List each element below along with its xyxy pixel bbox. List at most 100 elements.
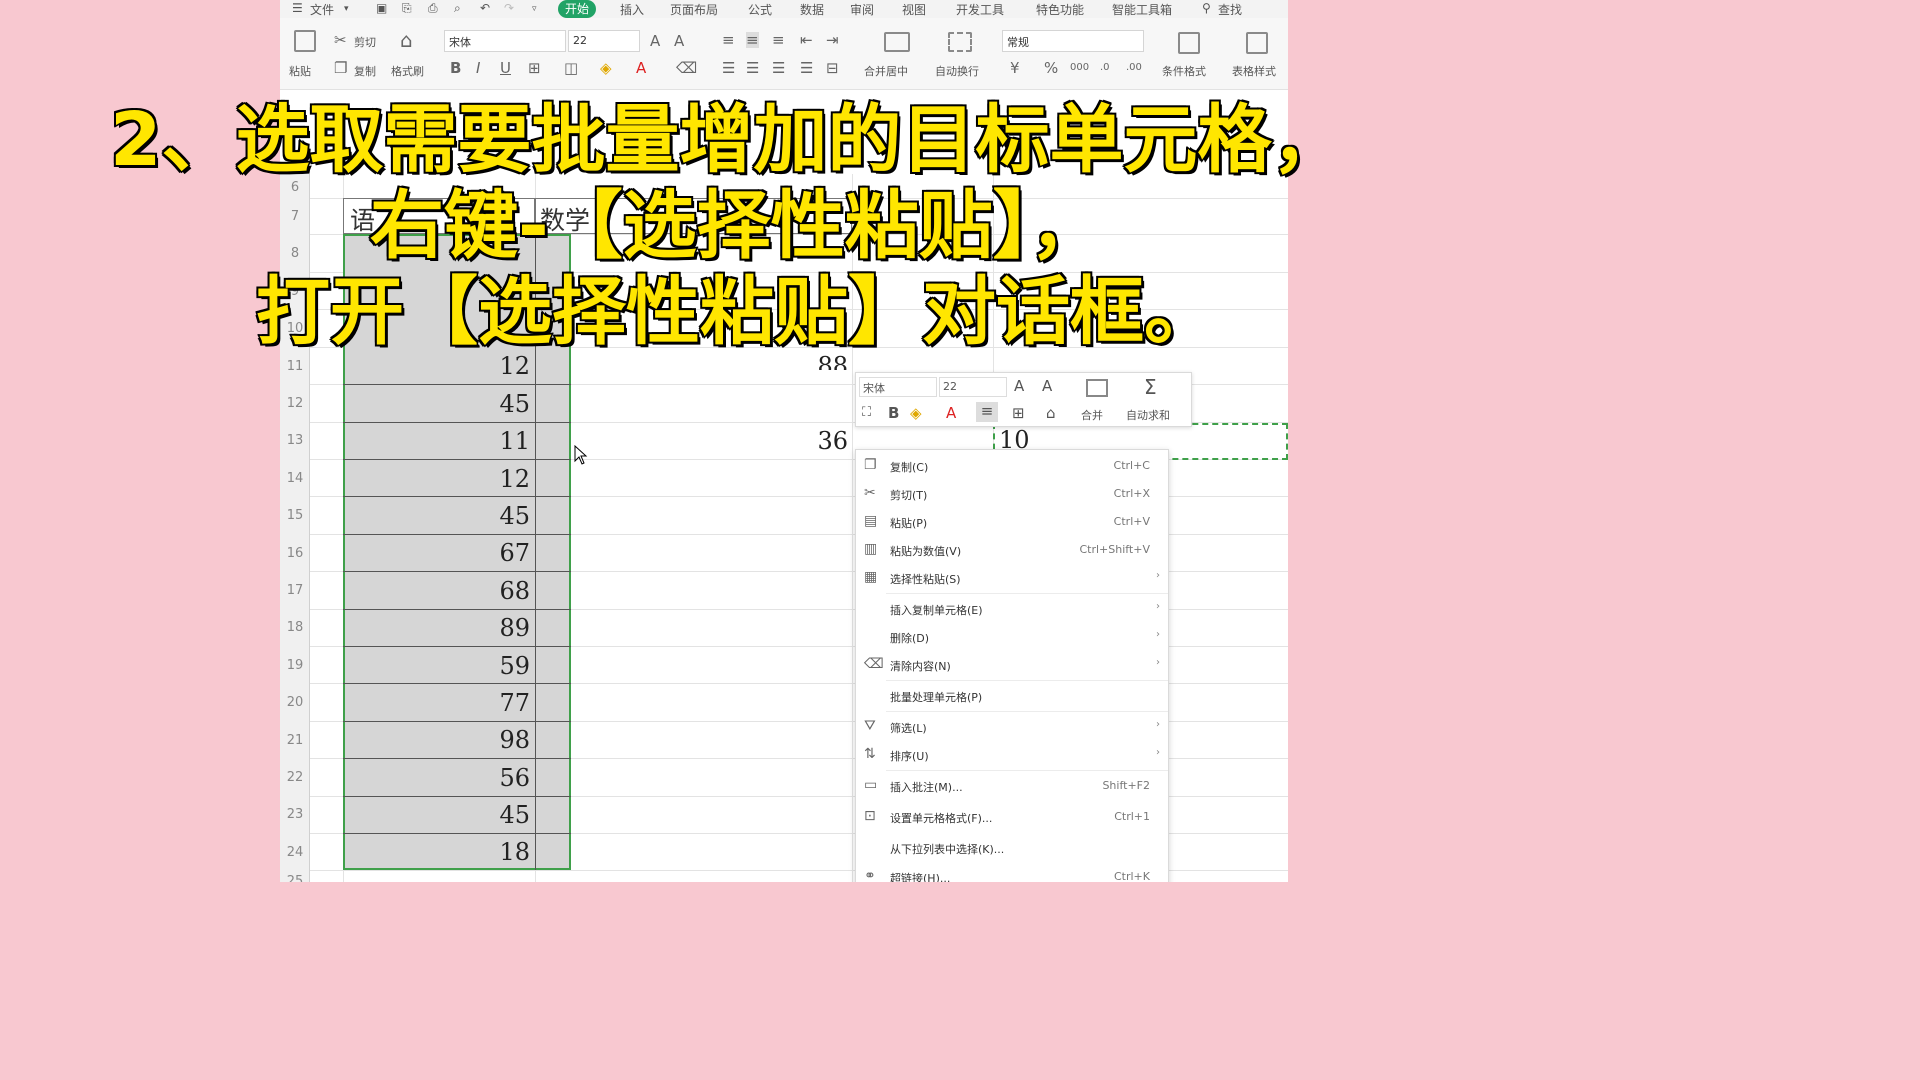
cell-value[interactable]: 77 bbox=[440, 689, 530, 717]
cell-value[interactable]: 98 bbox=[440, 726, 530, 754]
row-header-19[interactable]: 19 bbox=[280, 658, 310, 673]
indent-increase-icon[interactable]: ⇥ bbox=[826, 32, 839, 48]
format-painter-icon[interactable]: ⌂ bbox=[1046, 404, 1056, 422]
tab-page-layout[interactable]: 页面布局 bbox=[670, 1, 718, 18]
row-header-20[interactable]: 20 bbox=[280, 695, 310, 710]
mini-merge-button[interactable]: 合并 bbox=[1081, 407, 1103, 423]
row-header-18[interactable]: 18 bbox=[280, 620, 310, 635]
search-icon[interactable]: ⚲ bbox=[1202, 1, 1211, 15]
cell-value[interactable]: 18 bbox=[440, 838, 530, 866]
cell-value[interactable]: 56 bbox=[440, 764, 530, 792]
currency-icon[interactable]: ¥ bbox=[1010, 60, 1020, 76]
format-painter-button[interactable]: 格式刷 bbox=[391, 63, 424, 79]
menu-item-insert-comment[interactable]: ▭ 插入批注(M)... Shift+F2 bbox=[856, 774, 1168, 798]
justify-icon[interactable]: ☰ bbox=[800, 60, 813, 76]
row-header-7[interactable]: 7 bbox=[280, 209, 310, 224]
paste-button[interactable]: 粘贴 bbox=[289, 63, 311, 79]
font-color-icon[interactable]: A bbox=[636, 60, 646, 76]
export-icon[interactable]: ⎘ bbox=[402, 1, 412, 16]
scissors-icon[interactable]: ✂ bbox=[334, 32, 347, 48]
menu-item-batch-process[interactable]: 批量处理单元格(P) bbox=[856, 684, 1168, 708]
cell-value[interactable]: 89 bbox=[440, 614, 530, 642]
align-bottom-icon[interactable]: ≡ bbox=[772, 32, 785, 48]
menu-item-paste-special[interactable]: ▦ 选择性粘贴(S) › bbox=[856, 566, 1168, 590]
menu-item-pick-from-list[interactable]: 从下拉列表中选择(K)... bbox=[856, 836, 1168, 860]
distribute-icon[interactable]: ⊟ bbox=[826, 60, 839, 76]
quick-access-dropdown-icon[interactable]: ▿ bbox=[532, 4, 537, 14]
align-middle-icon[interactable]: ≡ bbox=[976, 402, 998, 422]
increase-font-icon[interactable]: A bbox=[650, 33, 660, 49]
italic-icon[interactable]: I bbox=[476, 60, 480, 76]
merge-center-icon[interactable] bbox=[884, 32, 910, 52]
mini-font-size[interactable]: 22 bbox=[939, 377, 1007, 397]
cell-style-icon[interactable]: ◫ bbox=[564, 60, 578, 76]
mini-autosum-button[interactable]: 自动求和 bbox=[1126, 407, 1170, 423]
row-header-12[interactable]: 12 bbox=[280, 396, 310, 411]
border-icon[interactable]: ⊞ bbox=[528, 60, 541, 76]
row-header-24[interactable]: 24 bbox=[280, 845, 310, 860]
conditional-format-icon[interactable] bbox=[1178, 32, 1200, 54]
decrease-decimal-icon[interactable]: .00 bbox=[1126, 60, 1142, 76]
bold-icon[interactable]: B bbox=[450, 60, 461, 76]
fill-color-icon[interactable]: ◈ bbox=[600, 60, 612, 76]
cell-value[interactable]: 45 bbox=[440, 502, 530, 530]
cell-value[interactable]: 12 bbox=[440, 352, 530, 380]
merge-icon[interactable] bbox=[1086, 379, 1108, 397]
row-header-25[interactable]: 25 bbox=[280, 874, 310, 882]
menu-item-clear-contents[interactable]: ⌫ 清除内容(N) › bbox=[856, 653, 1168, 677]
font-name-select[interactable]: 宋体 bbox=[444, 30, 566, 52]
menu-item-paste-values[interactable]: ▥ 粘贴为数值(V) Ctrl+Shift+V bbox=[856, 538, 1168, 562]
increase-decimal-icon[interactable]: .0 bbox=[1100, 60, 1110, 76]
save-icon[interactable]: ▣ bbox=[376, 1, 387, 15]
number-format-select[interactable]: 常规 bbox=[1002, 30, 1144, 52]
thousands-icon[interactable]: 000 bbox=[1070, 60, 1089, 76]
row-header-14[interactable]: 14 bbox=[280, 471, 310, 486]
tab-home[interactable]: 开始 bbox=[558, 0, 597, 18]
row-header-16[interactable]: 16 bbox=[280, 546, 310, 561]
copy-button[interactable]: 复制 bbox=[354, 63, 376, 79]
preview-icon[interactable]: ⌕ bbox=[454, 1, 461, 16]
mini-font-name[interactable]: 宋体 bbox=[859, 377, 937, 397]
table-style-icon[interactable] bbox=[1246, 32, 1268, 54]
redo-icon[interactable]: ↷ bbox=[504, 1, 514, 15]
fill-color-icon[interactable]: ◈ bbox=[910, 404, 922, 422]
row-header-15[interactable]: 15 bbox=[280, 508, 310, 523]
underline-icon[interactable]: U bbox=[500, 60, 511, 76]
tab-developer[interactable]: 开发工具 bbox=[956, 1, 1004, 18]
menu-item-delete[interactable]: 删除(D) › bbox=[856, 625, 1168, 649]
align-left-icon[interactable]: ☰ bbox=[722, 60, 735, 76]
conditional-format-button[interactable]: 条件格式 bbox=[1162, 63, 1206, 79]
format-painter-icon[interactable]: ⌂ bbox=[400, 30, 413, 50]
border-icon[interactable]: ⊞ bbox=[1012, 404, 1025, 422]
cell-value-right[interactable]: 36 bbox=[760, 427, 848, 455]
percent-icon[interactable]: % bbox=[1044, 60, 1058, 76]
sigma-icon[interactable]: Σ bbox=[1144, 375, 1157, 399]
row-header-17[interactable]: 17 bbox=[280, 583, 310, 598]
row-header-22[interactable]: 22 bbox=[280, 770, 310, 785]
copy-icon[interactable]: ❐ bbox=[334, 60, 347, 76]
align-top-icon[interactable]: ≡ bbox=[722, 32, 735, 48]
undo-icon[interactable]: ↶ bbox=[480, 1, 490, 15]
cell-value[interactable]: 68 bbox=[440, 577, 530, 605]
wrap-text-icon[interactable] bbox=[948, 32, 972, 52]
cell-value[interactable]: 45 bbox=[440, 801, 530, 829]
row-header-8[interactable]: 8 bbox=[280, 246, 310, 261]
menu-item-paste[interactable]: ▤ 粘贴(P) Ctrl+V bbox=[856, 510, 1168, 534]
cell-value[interactable]: 12 bbox=[440, 465, 530, 493]
tab-data[interactable]: 数据 bbox=[800, 1, 824, 18]
menu-item-filter[interactable]: ⛛ 筛选(L) › bbox=[856, 715, 1168, 739]
tab-formulas[interactable]: 公式 bbox=[748, 1, 772, 18]
chevron-down-icon[interactable]: ▾ bbox=[344, 4, 349, 14]
tab-view[interactable]: 视图 bbox=[902, 1, 926, 18]
tab-review[interactable]: 审阅 bbox=[850, 1, 874, 18]
row-header-13[interactable]: 13 bbox=[280, 433, 310, 448]
merge-center-button[interactable]: 合并居中 bbox=[864, 63, 908, 79]
tab-features[interactable]: 特色功能 bbox=[1036, 1, 1084, 18]
paste-icon[interactable] bbox=[294, 30, 316, 52]
menu-item-insert-copied-cells[interactable]: 插入复制单元格(E) › bbox=[856, 597, 1168, 621]
table-style-button[interactable]: 表格样式 bbox=[1232, 63, 1276, 79]
font-size-select[interactable]: 22 bbox=[568, 30, 640, 52]
search-label[interactable]: 查找 bbox=[1218, 1, 1242, 18]
tab-insert[interactable]: 插入 bbox=[620, 1, 644, 18]
decrease-font-icon[interactable]: A bbox=[674, 33, 684, 49]
